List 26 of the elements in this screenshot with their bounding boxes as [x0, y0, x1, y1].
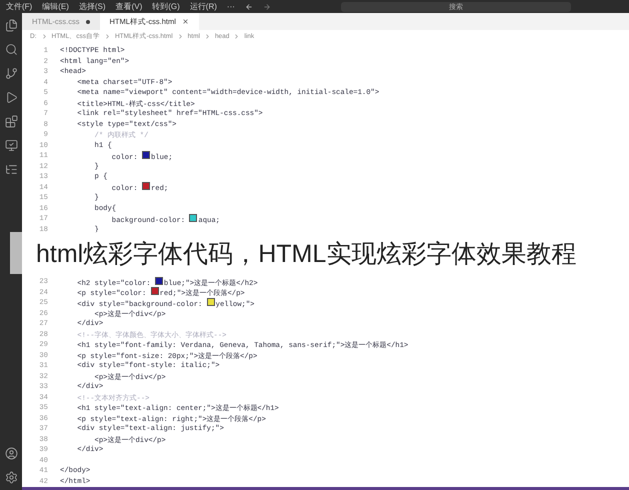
files-icon[interactable] [4, 19, 18, 32]
list-icon[interactable] [4, 163, 18, 176]
settings-icon[interactable] [4, 471, 18, 484]
account-icon[interactable] [4, 447, 18, 460]
menu-item[interactable]: 编辑(E) [42, 2, 69, 12]
play-icon[interactable] [4, 91, 18, 104]
chevron-icon [40, 33, 48, 40]
menu-item[interactable]: ··· [226, 2, 235, 12]
menu-item[interactable]: 转到(G) [152, 2, 180, 12]
banner-title: html炫彩字体代码，HTML实现炫彩字体效果教程 [35, 238, 576, 270]
branch-icon[interactable] [4, 67, 18, 80]
forward-icon[interactable] [262, 2, 271, 10]
blocks-icon[interactable] [4, 115, 18, 128]
menu-item[interactable]: 选择(S) [78, 2, 106, 12]
menu-item[interactable]: 文件(F) [6, 2, 32, 12]
chevron-icon [204, 33, 211, 40]
chevron-icon [176, 33, 184, 40]
chevron-icon [233, 33, 240, 40]
back-icon[interactable] [244, 2, 253, 10]
menu-item[interactable]: 查看(V) [116, 2, 142, 12]
modified-dot [86, 20, 90, 24]
chevron-icon [104, 33, 111, 40]
menu-item[interactable]: 运行(R) [190, 2, 217, 12]
monitor-icon[interactable] [4, 139, 18, 152]
close-icon[interactable] [182, 18, 189, 25]
search-icon[interactable] [4, 43, 18, 56]
